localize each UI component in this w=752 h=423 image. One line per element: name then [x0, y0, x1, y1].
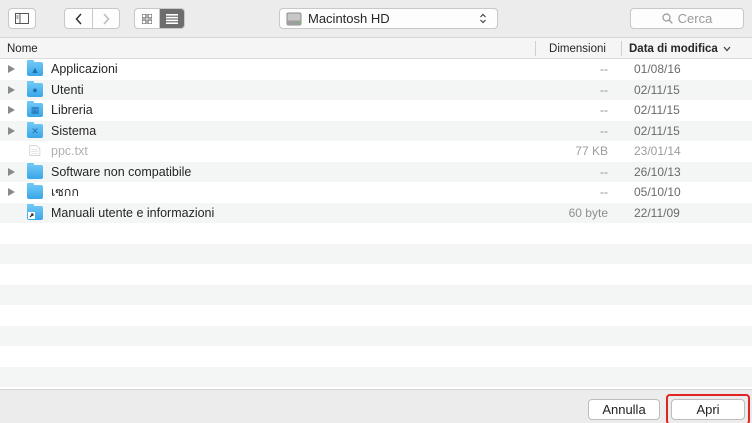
name-column-label: Nome [7, 42, 38, 55]
list-item[interactable]: ▦ Libreria -- 02/11/15 [0, 100, 752, 121]
toolbar: Macintosh HD Cerca [0, 0, 752, 38]
disclosure-triangle-icon[interactable] [8, 85, 15, 94]
file-name: Libreria [51, 103, 93, 118]
file-name: Utenti [51, 82, 84, 97]
list-view-button[interactable] [159, 9, 184, 28]
file-size: -- [600, 123, 608, 138]
list-item[interactable]: ● Utenti -- 02/11/15 [0, 79, 752, 100]
sidebar-toggle-button[interactable] [8, 8, 36, 29]
alias-folder-icon [27, 203, 43, 220]
sidebar-icon [15, 13, 29, 24]
file-name: ppc.txt [51, 144, 88, 159]
dialog-footer: Annulla Apri [0, 389, 752, 423]
file-name: Sistema [51, 123, 97, 138]
file-date: 01/08/16 [634, 62, 681, 77]
chevron-left-icon [75, 12, 82, 25]
column-divider[interactable] [621, 41, 622, 56]
disclosure-triangle-icon[interactable] [8, 167, 15, 176]
system-folder-icon: ✕ [27, 121, 43, 138]
cancel-button[interactable]: Annulla [588, 399, 660, 420]
name-column-header[interactable]: Nome [7, 38, 38, 59]
file-size: 77 KB [575, 144, 608, 159]
file-name: Software non compatibile [51, 164, 192, 179]
list-item[interactable]: Manuali utente e informazioni 60 byte 22… [0, 202, 752, 223]
list-item[interactable]: ▲ Applicazioni -- 01/08/16 [0, 59, 752, 80]
chevron-right-icon [103, 12, 110, 25]
file-date: 02/11/15 [634, 82, 680, 97]
disclosure-triangle-icon[interactable] [8, 65, 15, 73]
open-button[interactable]: Apri [671, 399, 745, 420]
folder-icon [27, 162, 43, 179]
empty-row [0, 264, 752, 285]
grid-icon [142, 13, 153, 24]
hard-drive-icon [286, 12, 302, 25]
list-item[interactable]: Software non compatibile -- 26/10/13 [0, 161, 752, 182]
column-header: Nome Dimensioni Data di modifica [0, 38, 752, 59]
list-item[interactable]: ✕ Sistema -- 02/11/15 [0, 120, 752, 141]
forward-button[interactable] [92, 9, 119, 28]
search-icon [662, 13, 673, 24]
file-date: 02/11/15 [634, 103, 680, 118]
chevron-down-icon [723, 46, 731, 51]
library-folder-icon: ▦ [27, 101, 43, 117]
file-size: -- [600, 82, 608, 97]
file-size: -- [600, 62, 608, 77]
empty-row [0, 223, 752, 244]
back-forward-control [64, 8, 120, 29]
file-name: Applicazioni [51, 62, 118, 77]
size-column-label: Dimensioni [549, 42, 606, 55]
text-file-icon [29, 145, 41, 156]
disclosure-triangle-icon[interactable] [8, 126, 15, 135]
folder-icon [27, 183, 43, 199]
file-size: -- [600, 103, 608, 118]
icon-view-button[interactable] [135, 9, 159, 28]
open-button-label: Apri [696, 402, 720, 417]
cancel-button-label: Annulla [602, 402, 646, 417]
file-date: 26/10/13 [634, 164, 681, 179]
list-item[interactable]: ppc.txt 77 KB 23/01/14 [0, 141, 752, 162]
date-column-label: Data di modifica [629, 42, 718, 55]
file-date: 22/11/09 [634, 205, 680, 220]
size-column-header[interactable]: Dimensioni [535, 38, 620, 59]
empty-row [0, 346, 752, 367]
file-name: Manuali utente e informazioni [51, 205, 215, 220]
empty-row [0, 243, 752, 264]
empty-row [0, 305, 752, 326]
location-selector[interactable]: Macintosh HD [279, 8, 498, 29]
list-item[interactable]: เซกก -- 05/10/10 [0, 182, 752, 203]
location-label: Macintosh HD [308, 11, 390, 26]
file-date: 02/11/15 [634, 123, 680, 138]
file-list: ▲ Applicazioni -- 01/08/16 ● Utenti -- 0… [0, 59, 752, 387]
file-date: 05/10/10 [634, 185, 681, 200]
back-button[interactable] [65, 9, 92, 28]
disclosure-triangle-icon[interactable] [8, 106, 15, 114]
view-mode-control [134, 8, 185, 29]
search-field[interactable]: Cerca [630, 8, 744, 29]
file-size: -- [600, 164, 608, 179]
up-down-chevron-icon [480, 13, 486, 24]
disclosure-triangle-icon[interactable] [8, 188, 15, 196]
list-icon [166, 13, 179, 24]
file-name: เซกก [51, 185, 79, 200]
alias-arrow-icon [28, 211, 35, 219]
empty-row [0, 366, 752, 387]
users-folder-icon: ● [27, 80, 43, 97]
file-size: -- [600, 185, 608, 200]
applications-folder-icon: ▲ [27, 60, 43, 76]
file-size: 60 byte [568, 205, 608, 220]
file-date: 23/01/14 [634, 144, 681, 159]
empty-row [0, 325, 752, 346]
date-column-header[interactable]: Data di modifica [629, 38, 731, 59]
search-placeholder: Cerca [677, 11, 713, 26]
empty-row [0, 284, 752, 305]
